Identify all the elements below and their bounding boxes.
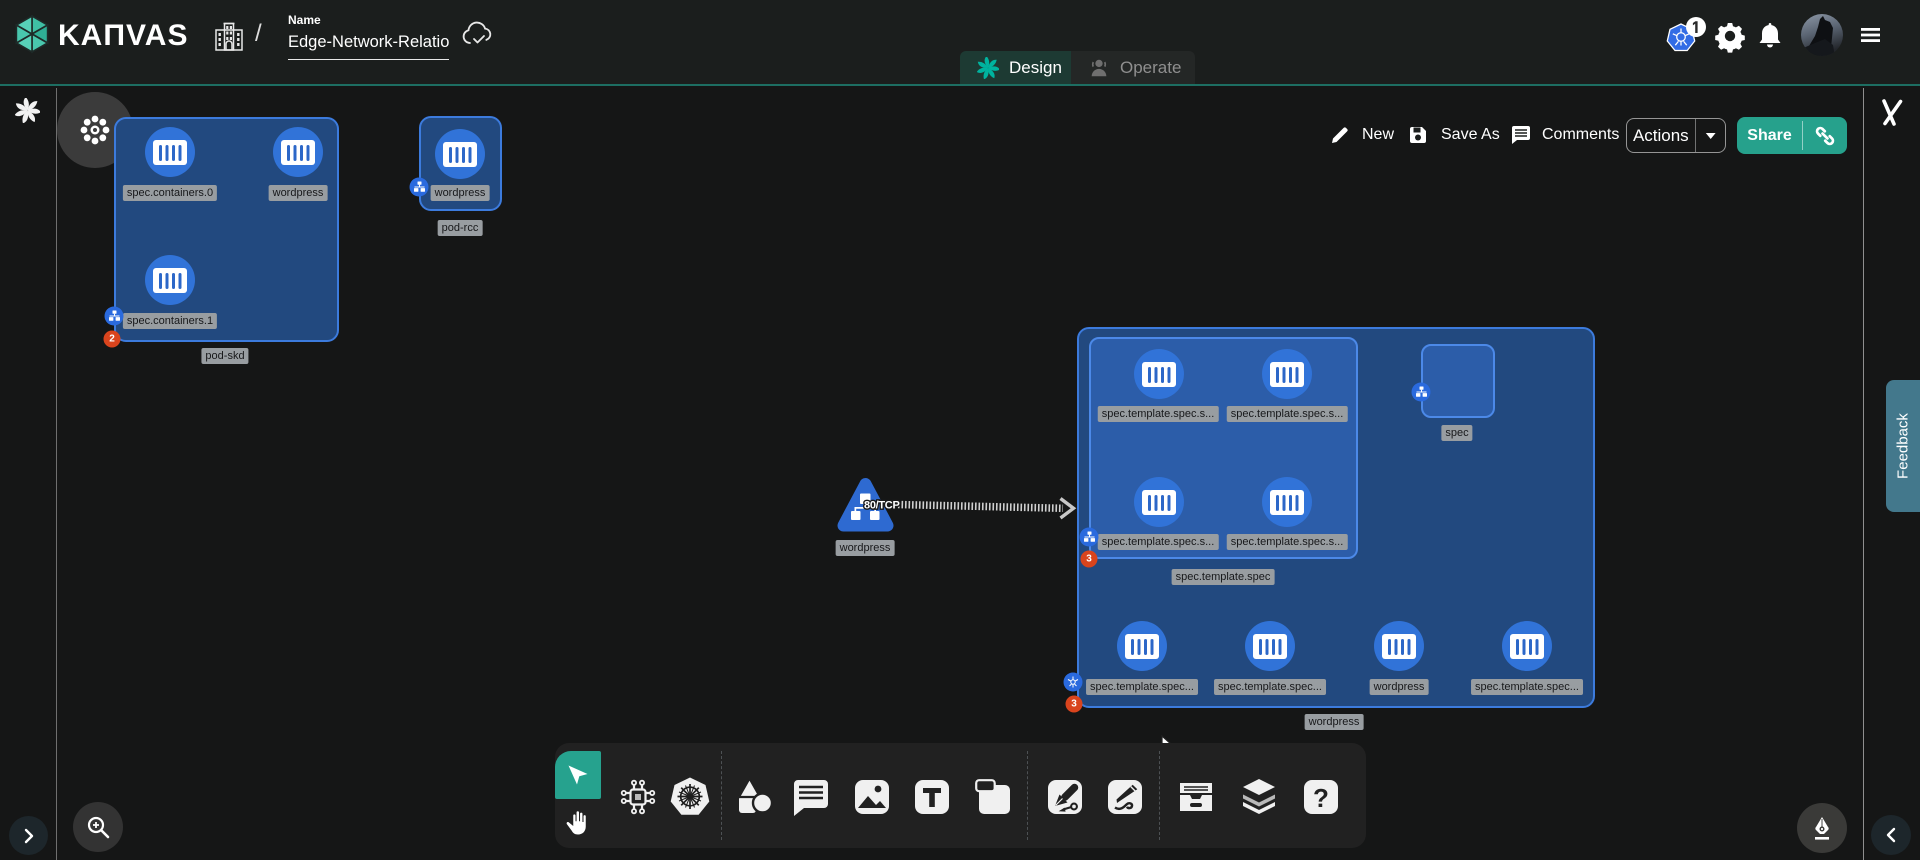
svg-text:?: ?: [1313, 783, 1329, 813]
svg-text:80/TCP: 80/TCP: [864, 500, 900, 512]
